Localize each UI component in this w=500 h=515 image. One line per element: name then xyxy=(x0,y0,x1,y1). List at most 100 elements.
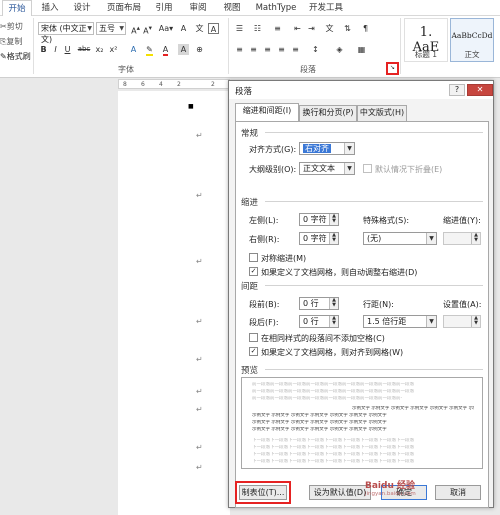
preview-sample-line: 示例文字 示例文字 示例文字 示例文字 示例文字 示例文字 示例文字 xyxy=(252,420,387,425)
cut-button[interactable]: ✂剪切 xyxy=(0,21,23,32)
style-heading-1[interactable]: 1. AaE 标题 1 xyxy=(404,18,448,62)
justify-icon[interactable]: ≡ xyxy=(276,44,287,55)
ruler-tick: 2 xyxy=(177,81,181,88)
spinner[interactable]: ▲ ▼ xyxy=(329,316,338,327)
tab-view[interactable]: 视图 xyxy=(220,2,244,16)
subscript-icon[interactable]: x₂ xyxy=(94,44,105,55)
format-painter-label: 格式刷 xyxy=(6,52,31,61)
document-page[interactable]: ■ ↵ ↵ ↵ ↵ ↵ ↵ ↵ ↵ ↵ xyxy=(118,91,230,515)
underline-icon[interactable]: U xyxy=(62,44,73,55)
tab-asian-typography[interactable]: 中文版式(H) xyxy=(357,105,407,121)
spinner[interactable]: ▲ ▼ xyxy=(471,233,480,244)
decrease-indent-icon[interactable]: ⇤ xyxy=(292,23,303,34)
align-center-icon[interactable]: ≡ xyxy=(248,44,259,55)
bullets-icon[interactable]: ☰ xyxy=(234,23,245,34)
indent-left-input[interactable]: 0 字符 ▲ ▼ xyxy=(299,213,339,226)
shrink-font-icon[interactable]: A▾ xyxy=(142,23,153,36)
close-button[interactable]: ✕ xyxy=(467,84,493,96)
grow-font-icon[interactable]: A▴ xyxy=(130,23,141,36)
increase-indent-icon[interactable]: ⇥ xyxy=(306,23,317,34)
highlight-icon[interactable]: ✎ xyxy=(144,44,155,56)
cancel-button[interactable]: 取消 xyxy=(435,485,481,500)
line-spacing-select[interactable]: 1.5 倍行距 ▼ xyxy=(363,315,437,328)
tab-references[interactable]: 引用 xyxy=(152,2,176,16)
tab-indents-spacing[interactable]: 缩进和间距(I) xyxy=(235,103,299,122)
font-group-label: 字体 xyxy=(118,65,134,74)
spinner[interactable]: ▲ ▼ xyxy=(329,214,338,225)
bold-icon[interactable]: B xyxy=(38,44,49,55)
ruler-tick: 6 xyxy=(141,81,145,88)
indent-by-input[interactable]: ▲ ▼ xyxy=(443,232,481,245)
tab-line-page-breaks[interactable]: 换行和分页(P) xyxy=(299,105,357,121)
divider xyxy=(33,18,34,74)
tab-insert[interactable]: 插入 xyxy=(38,2,62,16)
space-before-input[interactable]: 0 行 ▲ ▼ xyxy=(299,297,339,310)
font-name-combo[interactable]: 宋体 (中文正文) ▼ xyxy=(38,22,94,44)
indent-right-input[interactable]: 0 字符 ▲ ▼ xyxy=(299,232,339,245)
show-marks-icon[interactable]: ¶ xyxy=(360,23,371,34)
special-indent-select[interactable]: (无) ▼ xyxy=(363,232,437,245)
distribute-icon[interactable]: ≡ xyxy=(290,44,301,55)
no-space-same-style-checkbox[interactable] xyxy=(249,333,258,342)
line-spacing-icon[interactable]: ↕ xyxy=(310,44,321,55)
borders-icon[interactable]: ▦ xyxy=(356,44,367,55)
indent-left-value: 0 字符 xyxy=(303,215,327,224)
set-default-button[interactable]: 设为默认值(D) xyxy=(309,485,371,500)
tab-review[interactable]: 审阅 xyxy=(186,2,210,16)
clear-format-icon[interactable]: A xyxy=(178,23,189,34)
chevron-down-icon: ▼ xyxy=(426,233,436,244)
tab-mathtype[interactable]: MathType xyxy=(254,2,298,16)
mirror-indents-checkbox[interactable] xyxy=(249,253,258,262)
enclose-char-icon[interactable]: ⊕ xyxy=(194,44,205,55)
format-painter-button[interactable]: ✎格式刷 xyxy=(0,51,31,62)
alignment-value: 右对齐 xyxy=(303,144,331,153)
line-spacing-value: 1.5 倍行距 xyxy=(367,317,407,326)
text-effects-icon[interactable]: A xyxy=(128,44,139,55)
section-general: 常规 xyxy=(241,129,259,139)
tabs-button[interactable]: 制表位(T)... xyxy=(239,485,287,500)
tab-developer[interactable]: 开发工具 xyxy=(306,2,346,16)
dialog-title-bar[interactable]: 段落 ? ✕ xyxy=(229,81,493,99)
font-color-icon[interactable]: A xyxy=(160,44,171,56)
paragraph-mark-icon: ↵ xyxy=(196,443,203,452)
tab-page-layout[interactable]: 页面布局 xyxy=(104,2,144,16)
auto-adjust-indent-checkbox[interactable]: ✓ xyxy=(249,267,258,276)
help-button[interactable]: ? xyxy=(449,84,465,96)
align-left-icon[interactable]: ≡ xyxy=(234,44,245,55)
paragraph-mark-icon: ↵ xyxy=(196,405,203,414)
spinner[interactable]: ▲ ▼ xyxy=(471,316,480,327)
align-right-icon[interactable]: ≡ xyxy=(262,44,273,55)
shading-icon[interactable]: ◈ xyxy=(334,44,345,55)
line-spacing-at-input[interactable]: ▲ ▼ xyxy=(443,315,481,328)
paragraph-mark-icon: ↵ xyxy=(196,463,203,472)
copy-button[interactable]: ⎘复制 xyxy=(0,36,22,47)
change-case-icon[interactable]: Aa▾ xyxy=(158,23,174,34)
sort-icon[interactable]: ⇅ xyxy=(342,23,353,34)
phonetic-guide-icon[interactable]: 文 xyxy=(194,23,205,34)
horizontal-ruler[interactable]: 8 6 4 2 2 xyxy=(118,79,230,89)
spinner[interactable]: ▲ ▼ xyxy=(329,233,338,244)
ruler-tick: 8 xyxy=(123,81,127,88)
space-before-label: 段前(B): xyxy=(249,300,280,309)
chinese-layout-icon[interactable]: 文 xyxy=(324,23,335,34)
tab-design[interactable]: 设计 xyxy=(70,2,94,16)
snap-to-grid-checkbox[interactable]: ✓ xyxy=(249,347,258,356)
alignment-select[interactable]: 右对齐 ▼ xyxy=(299,142,355,155)
spinner[interactable]: ▲ ▼ xyxy=(329,298,338,309)
collapse-checkbox[interactable] xyxy=(363,164,372,173)
numbering-icon[interactable]: ☷ xyxy=(252,23,263,34)
strikethrough-icon[interactable]: abc xyxy=(76,44,92,55)
outline-level-select[interactable]: 正文文本 ▼ xyxy=(299,162,355,175)
preview-next-line: 下一段落下一段落下一段落下一段落下一段落下一段落下一段落下一段落下一段落 xyxy=(252,459,414,464)
spin-down-icon: ▼ xyxy=(332,302,336,308)
tab-home[interactable]: 开始 xyxy=(2,0,32,17)
superscript-icon[interactable]: x² xyxy=(108,44,119,55)
collapse-label: 默认情况下折叠(E) xyxy=(375,165,443,174)
char-border-icon[interactable]: A xyxy=(208,23,219,34)
space-after-input[interactable]: 0 行 ▲ ▼ xyxy=(299,315,339,328)
italic-icon[interactable]: I xyxy=(50,44,61,55)
font-size-combo[interactable]: 五号 ▼ xyxy=(96,22,126,35)
char-shading-icon[interactable]: A xyxy=(178,44,189,55)
multilevel-list-icon[interactable]: ≡ xyxy=(272,23,283,34)
style-normal[interactable]: AaBbCcDd 正文 xyxy=(450,18,494,62)
